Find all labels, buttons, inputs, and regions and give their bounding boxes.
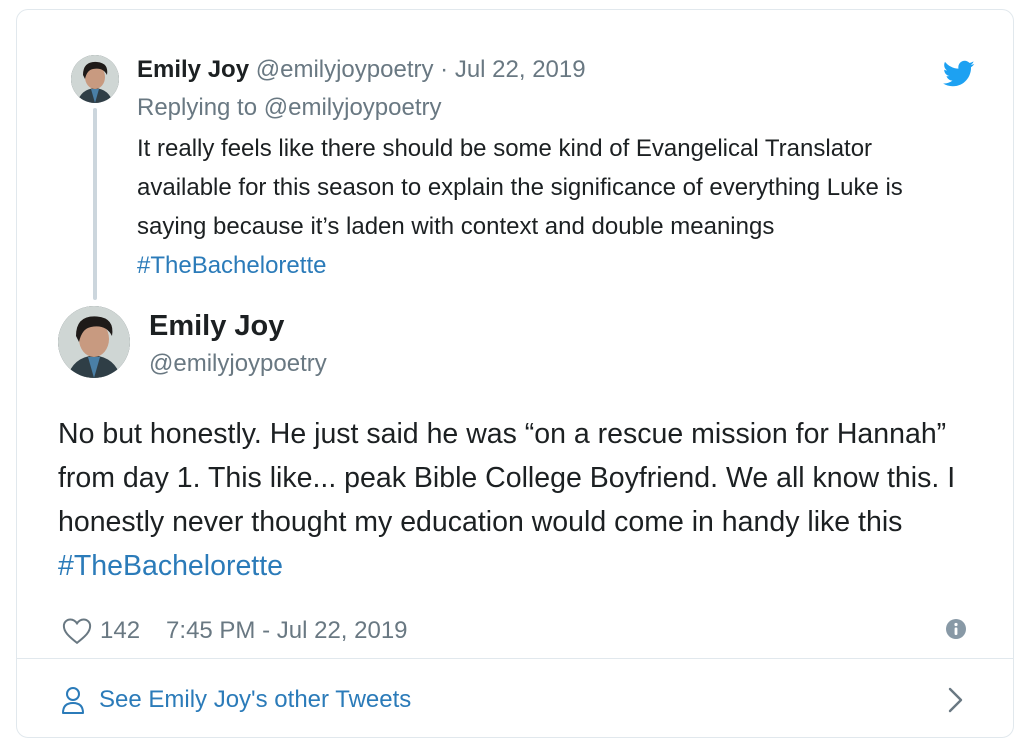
chevron-right-icon[interactable]: [947, 686, 965, 714]
info-icon[interactable]: [945, 618, 967, 640]
twitter-bird-icon[interactable]: [943, 60, 975, 88]
replying-to-line: Replying to @emilyjoypoetry: [137, 94, 442, 122]
main-author-name[interactable]: Emily Joy: [149, 310, 284, 343]
tweet-footer: 142 7:45 PM - Jul 22, 2019: [62, 611, 408, 651]
main-tweet-hashtag[interactable]: #TheBachelorette: [58, 550, 283, 582]
quoted-author-handle[interactable]: @emilyjoypoetry: [256, 56, 434, 83]
see-other-tweets-link[interactable]: See Emily Joy's other Tweets: [61, 680, 411, 720]
quoted-tweet-header: Emily Joy @emilyjoypoetry · Jul 22, 2019: [137, 56, 586, 84]
replying-to-handle[interactable]: @emilyjoypoetry: [264, 94, 442, 121]
quoted-author-avatar[interactable]: [71, 55, 119, 103]
quoted-tweet-date[interactable]: Jul 22, 2019: [455, 56, 586, 83]
replying-to-prefix: Replying to: [137, 94, 258, 121]
tweet-embed-card: Emily Joy @emilyjoypoetry · Jul 22, 2019…: [16, 9, 1014, 738]
quoted-tweet-body: It really feels like there should be som…: [137, 135, 903, 240]
main-author-handle[interactable]: @emilyjoypoetry: [149, 350, 327, 378]
like-count[interactable]: 142: [100, 617, 140, 645]
header-separator: ·: [440, 56, 449, 83]
main-tweet-body: No but honestly. He just said he was “on…: [58, 418, 956, 538]
quoted-author-name[interactable]: Emily Joy: [137, 56, 249, 83]
quoted-tweet-text: It really feels like there should be som…: [137, 129, 957, 285]
tweet-timestamp[interactable]: 7:45 PM - Jul 22, 2019: [166, 617, 407, 645]
quoted-tweet-hashtag[interactable]: #TheBachelorette: [137, 252, 326, 279]
thread-connector-line: [93, 108, 97, 300]
main-tweet-text: No but honestly. He just said he was “on…: [58, 412, 978, 588]
person-icon: [62, 687, 84, 714]
main-author-avatar[interactable]: [58, 306, 130, 378]
see-other-tweets-label: See Emily Joy's other Tweets: [99, 686, 412, 713]
heart-icon[interactable]: [62, 617, 92, 645]
footer-divider: [17, 658, 1013, 659]
